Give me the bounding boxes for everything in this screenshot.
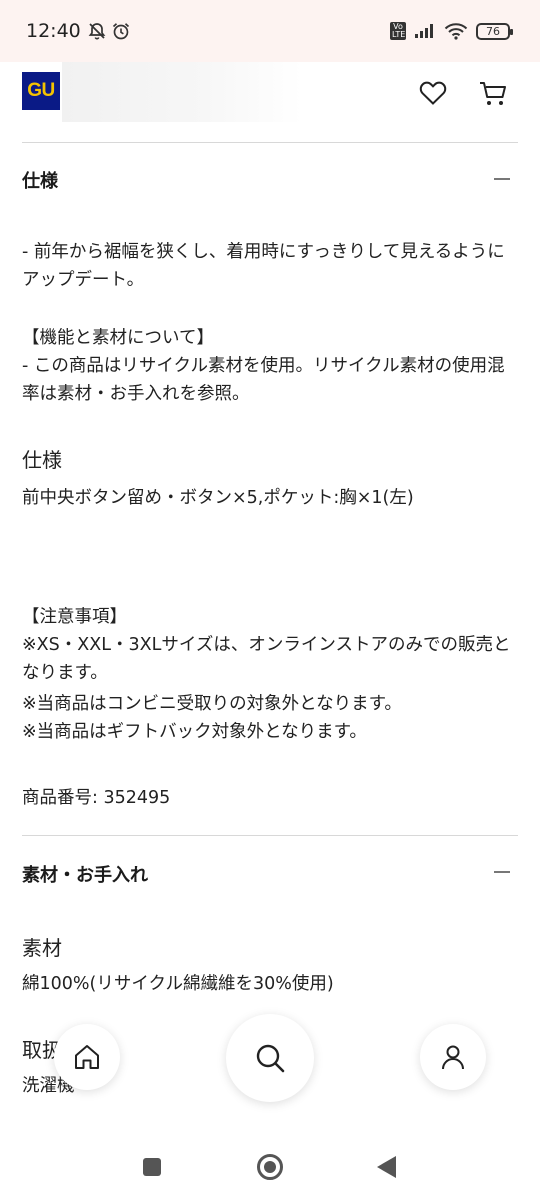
divider [22, 142, 518, 143]
function-body: - この商品はリサイクル素材を使用。リサイクル素材の使用混率は素材・お手入れを参… [22, 356, 505, 404]
status-bar: 12:40 Vo LTE 76 [0, 0, 540, 62]
spec-subheading: 仕様 [22, 448, 62, 472]
heart-icon [419, 81, 447, 105]
signal-icon [415, 24, 433, 38]
product-number: 商品番号: 352495 [22, 788, 171, 808]
account-icon [442, 1045, 464, 1070]
volte-badge: Vo LTE [390, 22, 406, 40]
status-time: 12:40 [26, 20, 81, 42]
header-fade [62, 62, 302, 122]
note-item: ※当商品はコンビニ受取りの対象外となります。 [22, 694, 402, 714]
spec-section-title[interactable]: 仕様 [22, 167, 58, 193]
product-details-screen: 12:40 Vo LTE 76 GU 仕様 - 前年から裾幅を狭くし、着用時にす… [0, 0, 540, 1200]
home-icon [75, 1045, 99, 1069]
app-header: GU [0, 62, 540, 128]
notes-heading: 【注意事項】 [22, 607, 127, 627]
divider [22, 835, 518, 836]
status-indicators: Vo LTE 76 [390, 22, 513, 40]
material-body: 綿100%(リサイクル綿繊維を30%使用) [22, 974, 334, 994]
note-item: ※当商品はギフトバック対象外となります。 [22, 722, 367, 742]
search-button[interactable] [226, 1014, 314, 1102]
home-button[interactable] [54, 1024, 120, 1090]
search-icon [256, 1044, 285, 1073]
battery-icon: 76 [476, 22, 513, 40]
alarm-icon [112, 23, 129, 40]
gu-logo[interactable]: GU [22, 72, 60, 110]
back-icon[interactable] [377, 1156, 396, 1178]
spec-collapse-icon[interactable] [494, 178, 510, 180]
material-subheading: 素材 [22, 936, 62, 960]
recents-icon[interactable] [143, 1158, 161, 1176]
home-circle-icon[interactable] [257, 1154, 283, 1180]
function-heading: 【機能と素材について】 [22, 328, 214, 348]
wifi-icon [444, 23, 468, 40]
material-collapse-icon[interactable] [494, 871, 510, 873]
mute-bell-icon [88, 23, 106, 40]
material-section-title[interactable]: 素材・お手入れ [22, 861, 148, 887]
note-item: ※XS・XXL・3XLサイズは、オンラインストアのみでの販売となります。 [22, 635, 511, 683]
cart-button[interactable] [478, 78, 508, 108]
spec-body: 前中央ボタン留め・ボタン×5,ポケット:胸×1(左) [22, 488, 414, 508]
spec-paragraph: - 前年から裾幅を狭くし、着用時にすっきりして見えるようにアップデート。 [22, 242, 505, 290]
cart-icon [480, 82, 506, 105]
wishlist-button[interactable] [418, 78, 448, 108]
account-button[interactable] [420, 1024, 486, 1090]
system-navigation-bar [0, 1128, 540, 1200]
